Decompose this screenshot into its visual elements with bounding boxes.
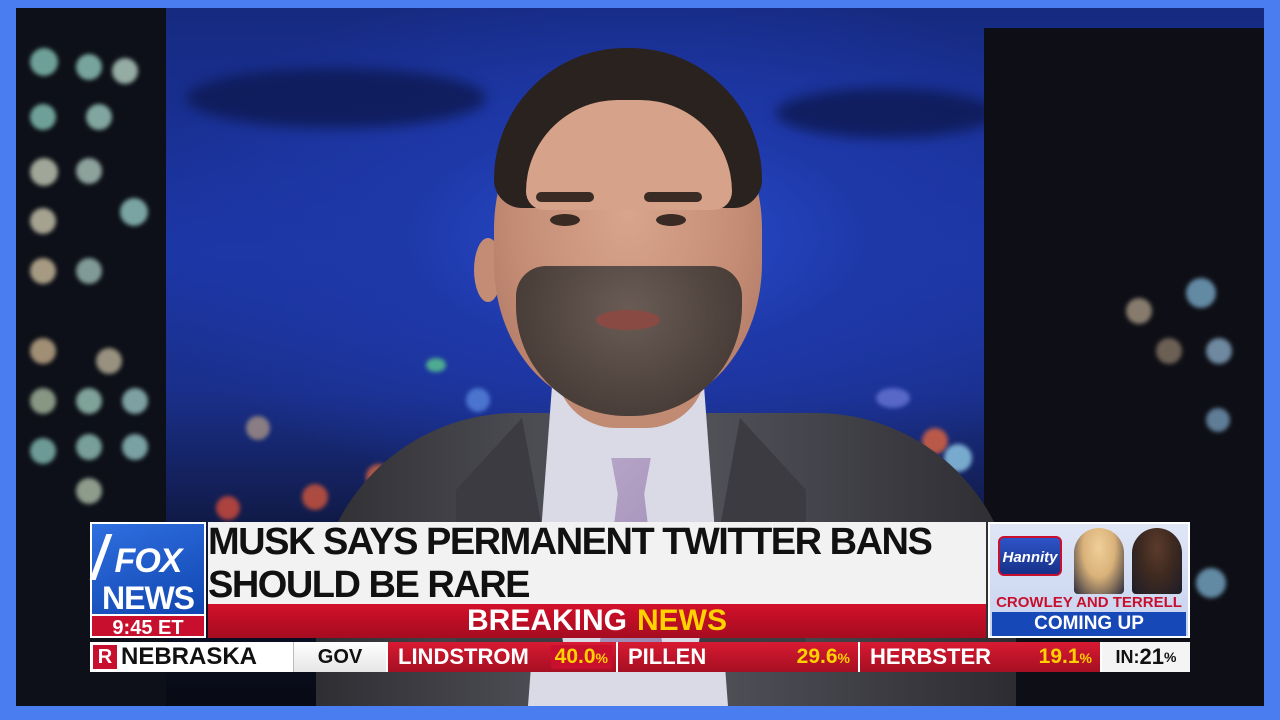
eyebrow (536, 192, 594, 202)
eye (656, 214, 686, 226)
percent-sign: % (1079, 650, 1092, 666)
mouth (596, 310, 660, 330)
host-photo (1074, 528, 1124, 594)
coming-up-label: COMING UP (992, 612, 1186, 636)
clock-time: 9:45 ET (90, 614, 206, 639)
show-promo: Hannity CROWLEY AND TERRELL COMING UP (988, 522, 1190, 638)
candidate-name: HERBSTER (870, 644, 992, 669)
candidate-result: HERBSTER 19.1% (858, 642, 1100, 672)
percent-sign: % (837, 650, 850, 666)
hannity-show-logo: Hannity (998, 536, 1062, 576)
candidate-name: LINDSTROM (398, 644, 529, 669)
candidate-percent: 29.6% (793, 645, 854, 669)
percent-value: 29.6 (796, 645, 838, 668)
percent-value: 40.0 (554, 645, 596, 668)
candidate-result: LINDSTROM 40.0% (386, 642, 616, 672)
percent-sign: % (595, 650, 608, 666)
percent-value: 19.1 (1038, 645, 1080, 668)
beard (516, 266, 742, 416)
headline-text: MUSK SAYS PERMANENT TWITTER BANS SHOULD … (208, 521, 933, 606)
reporting-sign: % (1164, 649, 1177, 665)
logo-news-text: NEWS (102, 580, 195, 616)
news-word: NEWS (637, 604, 727, 637)
precincts-reporting: IN: 21% (1100, 642, 1190, 672)
candidate-percent: 40.0% (550, 645, 612, 669)
breaking-news-banner: BREAKING NEWS (208, 604, 986, 638)
reporting-value: 21 (1139, 644, 1165, 669)
eyebrow (644, 192, 702, 202)
election-ticker: R NEBRASKA GOV LINDSTROM 40.0% PILLEN 29… (90, 642, 1190, 672)
promo-hosts: CROWLEY AND TERRELL (996, 594, 1182, 611)
ticker-state: NEBRASKA (121, 643, 258, 670)
reporting-label: IN: (1115, 646, 1140, 667)
candidate-percent: 19.1% (1035, 645, 1096, 669)
host-photo (1132, 528, 1182, 594)
breaking-word: BREAKING (466, 604, 627, 637)
candidate-name: PILLEN (628, 644, 707, 669)
party-badge: R (93, 645, 117, 669)
headline-banner: MUSK SAYS PERMANENT TWITTER BANS SHOULD … (208, 521, 986, 606)
ticker-office: GOV (293, 642, 386, 672)
eye (550, 214, 580, 226)
logo-fox-text: FOX (114, 542, 183, 580)
candidate-result: PILLEN 29.6% (616, 642, 858, 672)
